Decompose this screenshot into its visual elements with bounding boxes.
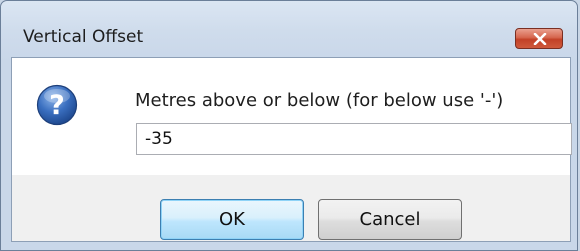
close-x-icon [533,33,547,45]
window-title: Vertical Offset [23,27,144,47]
question-icon: ? [36,84,78,126]
title-bar[interactable]: Vertical Offset [1,1,577,53]
dialog-window: Vertical Offset ? Metres above or below … [0,0,578,251]
svg-text:?: ? [49,90,65,121]
ok-button[interactable]: OK [160,199,304,240]
offset-input[interactable] [136,123,572,155]
ok-button-label: OK [219,209,245,230]
cancel-button-label: Cancel [359,209,421,230]
close-button[interactable] [515,28,563,49]
prompt-label: Metres above or below (for below use '-'… [135,90,504,111]
dialog-body: ? Metres above or below (for below use '… [11,57,572,242]
cancel-button[interactable]: Cancel [318,199,462,240]
